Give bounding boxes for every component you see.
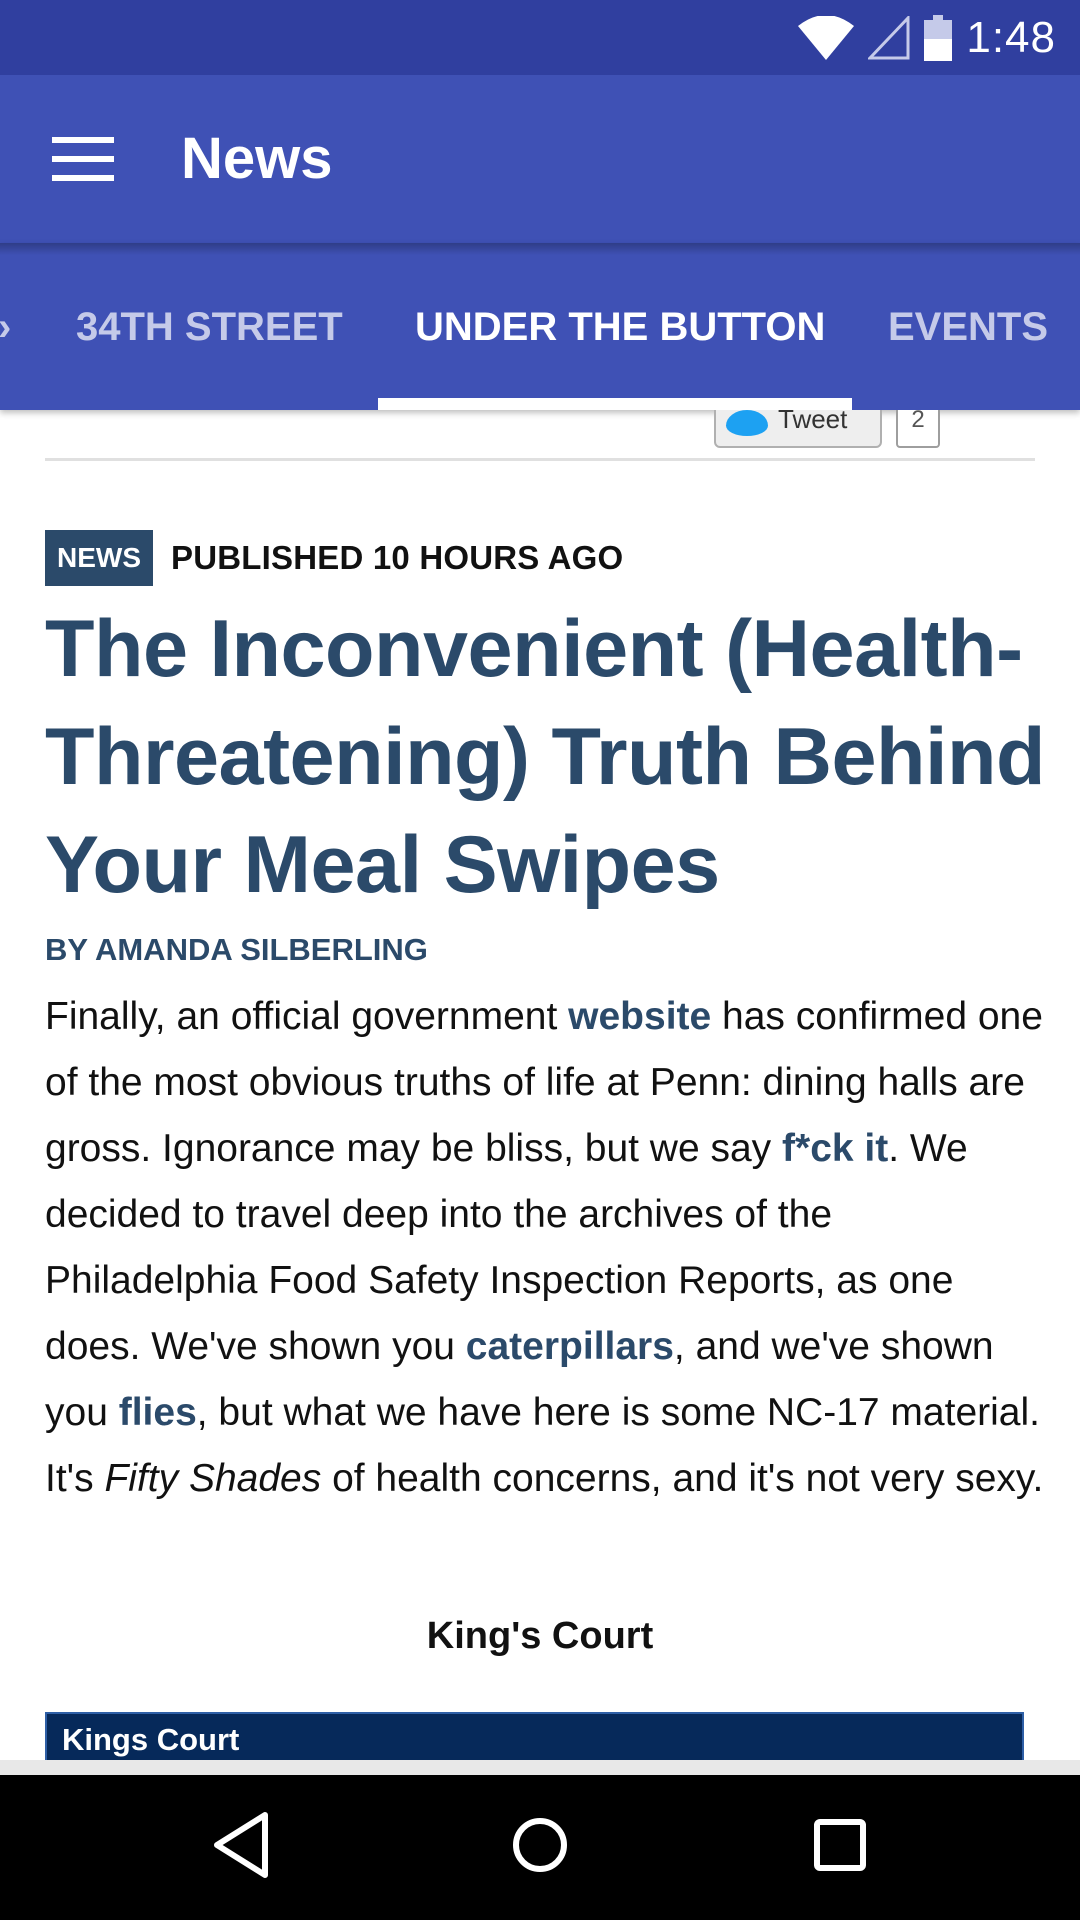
tab-bar: › 34TH STREET UNDER THE BUTTON EVENTS [0,243,1080,410]
article-meta: NEWS PUBLISHED 10 HOURS AGO [45,530,623,586]
tab-34th-street[interactable]: 34TH STREET [76,305,343,350]
article-headline: The Inconvenient (Health-Threatening) Tr… [45,604,1045,910]
wifi-icon [798,16,855,60]
article-body: Finally, an official government website … [45,984,1045,1512]
nav-bar-separator [0,1760,1080,1775]
system-nav-bar [0,1775,1080,1920]
home-icon[interactable] [500,1805,580,1885]
recents-icon[interactable] [800,1805,880,1885]
published-time: PUBLISHED 10 HOURS AGO [171,539,624,576]
hamburger-menu-icon[interactable] [52,137,114,181]
app-title: News [181,126,333,191]
inspection-report-image[interactable]: Kings Court [45,1712,1024,1760]
status-icons: 1:48 [798,12,1056,64]
link-caterpillars[interactable]: caterpillars [466,1325,674,1368]
share-row: Tweet 2 [714,410,940,448]
embed-label: Kings Court [62,1722,240,1757]
link-fck-it[interactable]: f*ck it [782,1127,888,1170]
cell-signal-icon [868,16,910,60]
link-flies[interactable]: flies [119,1391,197,1434]
link-website[interactable]: website [568,995,711,1038]
article-byline[interactable]: BY AMANDA SILBERLING [45,932,428,968]
category-badge[interactable]: NEWS [45,530,153,586]
body-text-1: Finally, an official government [45,995,569,1038]
tab-events[interactable]: EVENTS [888,305,1048,350]
tab-partial-offscreen[interactable]: › [0,305,11,350]
clock: 1:48 [966,13,1056,62]
battery-icon [924,15,953,61]
back-icon[interactable] [201,1805,281,1885]
article-content[interactable]: Tweet 2 NEWS PUBLISHED 10 HOURS AGO The … [0,410,1080,1760]
app-bar: News [0,75,1080,243]
body-italic-fifty-shades: Fifty Shades [104,1457,322,1500]
tweet-count: 2 [896,410,940,448]
active-tab-indicator [378,398,852,410]
status-bar: 1:48 [0,0,1080,75]
divider [45,458,1035,461]
tweet-label: Tweet [778,410,848,434]
tab-under-the-button[interactable]: UNDER THE BUTTON [415,305,825,350]
section-subheading: King's Court [426,1615,654,1657]
tweet-button[interactable]: Tweet [714,410,882,448]
body-text-6: of health concerns, and it's not very se… [321,1457,1044,1500]
twitter-bird-icon [726,410,768,436]
